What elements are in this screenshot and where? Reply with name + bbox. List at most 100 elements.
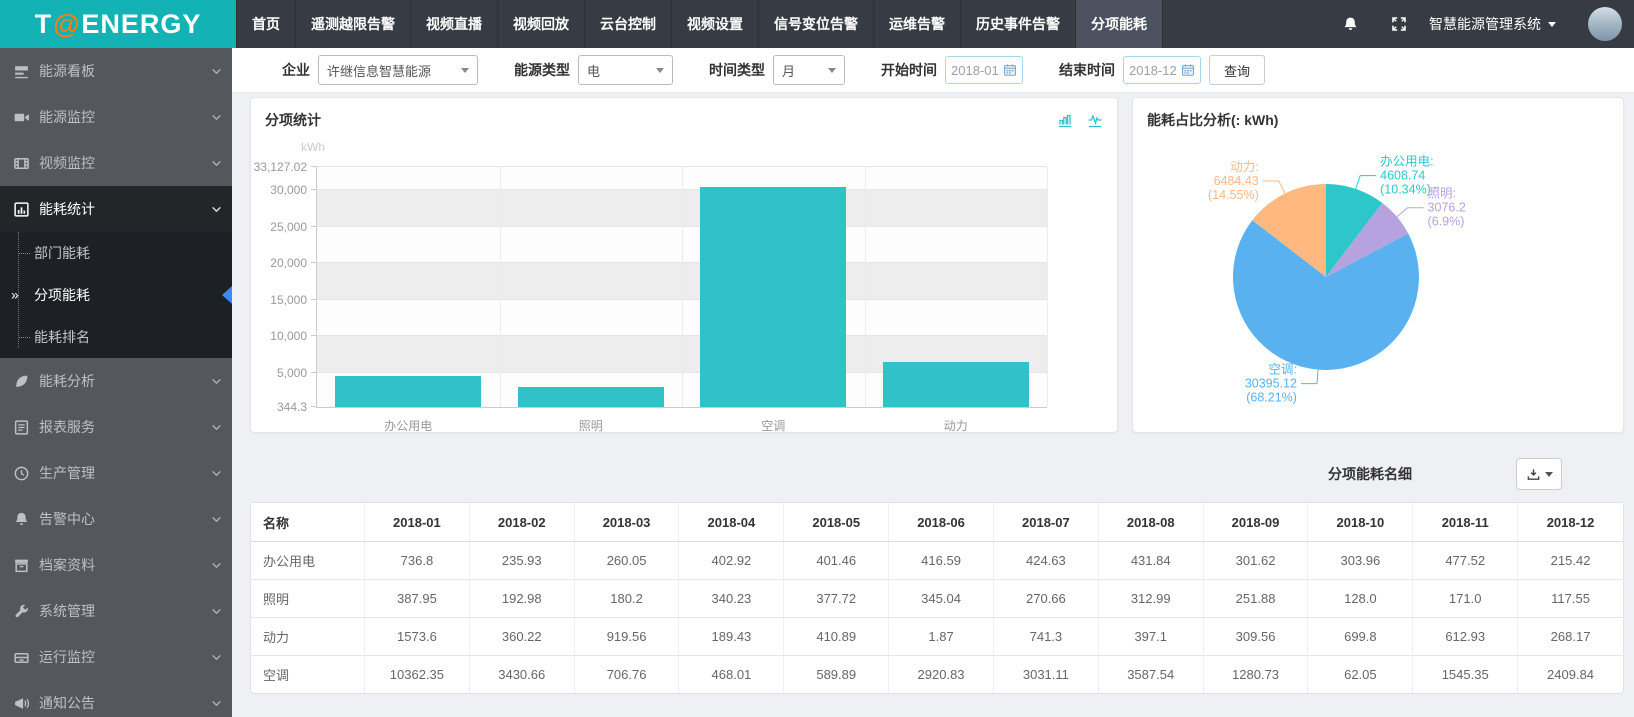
top-nav-item[interactable]: 首页 <box>236 0 295 48</box>
active-arrow-icon: » <box>11 288 19 302</box>
sidebar-item-报表服务[interactable]: 报表服务 <box>0 404 232 450</box>
top-nav: 首页遥测越限告警视频直播视频回放云台控制视频设置信号变位告警运维告警历史事件告警… <box>236 0 1163 48</box>
sidebar-subitem-部门能耗[interactable]: 部门能耗 <box>0 232 232 274</box>
sidebar-item-系统管理[interactable]: 系统管理 <box>0 588 232 634</box>
pie-label-line <box>1301 370 1318 384</box>
pie-slice-label: 办公用电:4608.74(10.34%) <box>1380 154 1433 197</box>
bell-icon <box>13 511 30 528</box>
table-row: 动力1573.6360.22919.56189.43410.891.87741.… <box>251 618 1623 656</box>
bar-办公用电[interactable] <box>335 376 481 407</box>
table-cell: 340.23 <box>679 580 784 618</box>
sidebar-item-label: 运行监控 <box>39 647 95 667</box>
table-head: 名称2018-012018-022018-032018-042018-05201… <box>251 503 1623 542</box>
sidebar-item-能耗分析[interactable]: 能耗分析 <box>0 358 232 404</box>
sidebar-item-生产管理[interactable]: 生产管理 <box>0 450 232 496</box>
top-nav-item[interactable]: 视频设置 <box>671 0 758 48</box>
top-nav-item[interactable]: 视频回放 <box>497 0 584 48</box>
sidebar-item-label: 能耗分析 <box>39 371 95 391</box>
bar-chart-type-icon[interactable] <box>1057 112 1073 128</box>
top-nav-item[interactable]: 云台控制 <box>584 0 671 48</box>
gridline-vertical <box>500 167 501 407</box>
table-cell: 268.17 <box>1518 618 1623 656</box>
chevron-down-icon <box>211 560 222 571</box>
pie-chart: 办公用电:4608.74(10.34%)照明:3076.2(6.9%)空调:30… <box>1133 138 1625 432</box>
system-menu-label: 智慧能源管理系统 <box>1429 14 1541 34</box>
bar-空调[interactable] <box>700 187 846 407</box>
axis-tick <box>311 299 317 300</box>
enterprise-select[interactable]: 许继信息智慧能源 <box>318 55 478 85</box>
main-content: 企业 许继信息智慧能源 能源类型 电 时间类型 月 开始时间 2018-01 <box>232 48 1634 717</box>
start-date-input[interactable]: 2018-01 <box>945 56 1023 84</box>
y-axis-tick-label: 15,000 <box>270 293 307 307</box>
table-cell: 215.42 <box>1518 542 1623 580</box>
export-button[interactable] <box>1516 458 1562 490</box>
table-cell: 2920.83 <box>889 656 994 693</box>
bell-icon[interactable] <box>1342 16 1359 33</box>
sidebar-item-档案资料[interactable]: 档案资料 <box>0 542 232 588</box>
system-menu[interactable]: 智慧能源管理系统 <box>1429 14 1556 34</box>
sidebar-item-运行监控[interactable]: 运行监控 <box>0 634 232 680</box>
axis-tick <box>311 226 317 227</box>
sidebar-item-能耗统计[interactable]: 能耗统计 <box>0 186 232 232</box>
sidebar-item-视频监控[interactable]: 视频监控 <box>0 140 232 186</box>
table-col-header: 2018-09 <box>1204 503 1309 542</box>
sidebar-item-label: 能耗统计 <box>39 199 95 219</box>
active-marker <box>222 286 232 304</box>
chevron-down-icon <box>1548 22 1556 27</box>
table-col-header: 2018-10 <box>1308 503 1413 542</box>
start-date-value: 2018-01 <box>951 63 999 78</box>
row-name: 空调 <box>251 656 365 693</box>
avatar[interactable] <box>1588 7 1622 41</box>
filter-bar: 企业 许继信息智慧能源 能源类型 电 时间类型 月 开始时间 2018-01 <box>232 48 1634 93</box>
axis-tick <box>311 189 317 190</box>
energy-type-select[interactable]: 电 <box>578 55 673 85</box>
query-button[interactable]: 查询 <box>1209 55 1265 85</box>
calendar-icon[interactable] <box>1181 63 1195 77</box>
table-cell: 3031.11 <box>994 656 1099 693</box>
line-chart-type-icon[interactable] <box>1087 112 1103 128</box>
bar-chart-panel: 分项统计 kWh 344.35,00010,00015,00020,00025,… <box>250 97 1118 433</box>
calendar-icon[interactable] <box>1003 63 1017 77</box>
top-nav-item[interactable]: 视频直播 <box>410 0 497 48</box>
sidebar-item-label: 通知公告 <box>39 693 95 713</box>
table-cell: 3430.66 <box>470 656 575 693</box>
top-nav-item[interactable]: 运维告警 <box>873 0 960 48</box>
bar-照明[interactable] <box>518 387 664 407</box>
table-cell: 736.8 <box>365 542 470 580</box>
sidebar-subitem-能耗排名[interactable]: 能耗排名 <box>0 316 232 358</box>
start-time-label: 开始时间 <box>881 60 937 80</box>
table-cell: 468.01 <box>679 656 784 693</box>
enterprise-label: 企业 <box>282 60 310 80</box>
top-nav-item[interactable]: 遥测越限告警 <box>295 0 410 48</box>
sidebar-item-通知公告[interactable]: 通知公告 <box>0 680 232 717</box>
sidebar-subitem-分项能耗[interactable]: »分项能耗 <box>0 274 232 316</box>
table-cell: 397.1 <box>1099 618 1204 656</box>
bar-动力[interactable] <box>883 362 1029 407</box>
table-col-header: 2018-04 <box>679 503 784 542</box>
chevron-down-icon <box>1545 472 1553 477</box>
chevron-down-icon <box>211 606 222 617</box>
sidebar-group: 能耗统计部门能耗»分项能耗能耗排名 <box>0 186 232 358</box>
pie-chart-panel: 能耗占比分析(: kWh) 办公用电:4608.74(10.34%)照明:307… <box>1132 97 1624 433</box>
table-cell: 416.59 <box>889 542 994 580</box>
table-cell: 171.0 <box>1413 580 1518 618</box>
sidebar-item-告警中心[interactable]: 告警中心 <box>0 496 232 542</box>
table-cell: 1280.73 <box>1204 656 1309 693</box>
axis-tick <box>311 166 317 167</box>
time-type-select[interactable]: 月 <box>773 55 845 85</box>
table-cell: 1545.35 <box>1413 656 1518 693</box>
fullscreen-icon[interactable] <box>1391 16 1407 32</box>
table-cell: 251.88 <box>1204 580 1309 618</box>
table-cell: 3587.54 <box>1099 656 1204 693</box>
end-date-input[interactable]: 2018-12 <box>1123 56 1201 84</box>
top-nav-item[interactable]: 信号变位告警 <box>758 0 873 48</box>
sidebar-item-能源监控[interactable]: 能源监控 <box>0 94 232 140</box>
chevron-down-icon <box>211 204 222 215</box>
top-nav-item[interactable]: 历史事件告警 <box>960 0 1075 48</box>
chevron-down-icon <box>211 652 222 663</box>
sidebar-item-能源看板[interactable]: 能源看板 <box>0 48 232 94</box>
x-axis-category-label: 照明 <box>500 417 683 434</box>
table-cell: 117.55 <box>1518 580 1623 618</box>
top-nav-item[interactable]: 分项能耗 <box>1075 0 1163 48</box>
detail-title: 分项能耗名细 <box>1328 464 1412 484</box>
